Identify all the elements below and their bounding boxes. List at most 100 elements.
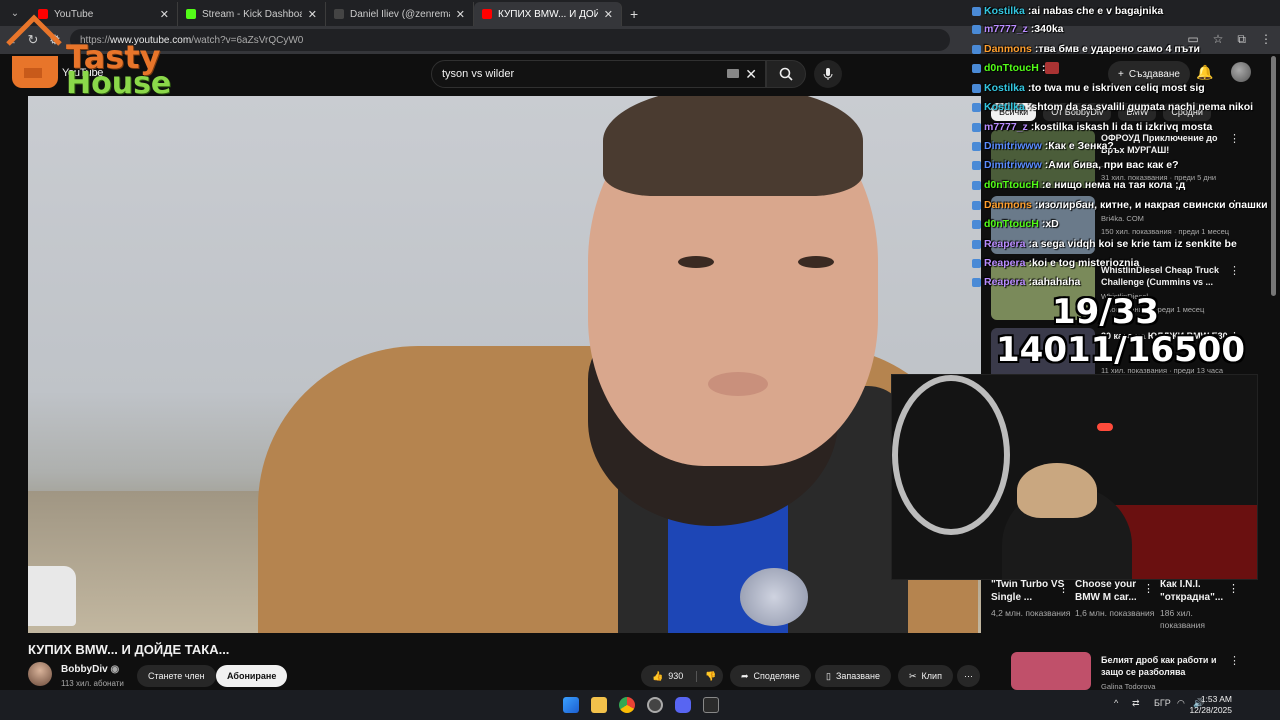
chat-username[interactable]: Kostilka [984, 101, 1025, 113]
chevron-up-icon[interactable]: ^ [1114, 698, 1118, 708]
url-path: /watch?v=6aZsVrQCyW0 [191, 34, 304, 46]
account-avatar[interactable] [1231, 62, 1251, 82]
chat-badge-icon [972, 200, 981, 210]
pot-icon [6, 14, 62, 88]
chat-username[interactable]: d0nTtoucH [984, 62, 1039, 74]
keyboard-icon[interactable] [727, 69, 739, 78]
chat-username[interactable]: Reapera [984, 238, 1025, 250]
chat-badge-icon [972, 180, 981, 190]
chat-username[interactable]: Dimitriwww [984, 140, 1042, 152]
extensions-icon[interactable]: ⧉ [1237, 32, 1246, 47]
chat-badge-icon [972, 63, 981, 73]
tab-kick-dashboard[interactable]: Stream - Kick Dashboard ✕ [178, 2, 326, 26]
clock-time: 1:53 AM [1200, 694, 1232, 704]
join-label: Станете член [148, 671, 205, 681]
join-button[interactable]: Станете член [137, 665, 216, 687]
clip-button[interactable]: ✂ Клип [898, 665, 953, 687]
search-button[interactable] [766, 60, 806, 88]
chat-username[interactable]: Dimitriwww [984, 159, 1042, 171]
recommendation-channel[interactable]: Bri4ka. COM [1101, 214, 1144, 223]
chat-message: m7777_z: 340ka [972, 20, 1064, 38]
start-icon[interactable] [563, 697, 579, 713]
webcam-cap [1017, 463, 1097, 518]
chat-message: d0nTtoucH: [972, 59, 1060, 77]
goal-counter-1: 19/33 [1052, 292, 1160, 332]
more-actions-button[interactable]: ⋯ [957, 665, 980, 687]
chat-username[interactable]: Reapera [984, 257, 1025, 269]
close-icon[interactable]: ✕ [456, 8, 465, 21]
chat-username[interactable]: Reapera [984, 276, 1025, 288]
save-button[interactable]: ▯ Запазване [815, 665, 891, 687]
network-icon[interactable]: ⇄ [1132, 698, 1140, 709]
new-tab-icon[interactable]: + [630, 6, 638, 22]
file-explorer-icon[interactable] [591, 697, 607, 713]
more-icon[interactable]: ⋮ [1143, 582, 1154, 595]
close-icon[interactable]: ✕ [604, 8, 613, 21]
chat-username[interactable]: Kostilka [984, 5, 1025, 17]
video-hair [603, 96, 863, 196]
like-icon[interactable]: 👍 [652, 671, 663, 682]
tab-active-video[interactable]: КУПИХ BMW... И ДОЙДЕ ТАКА... ✕ [474, 2, 622, 26]
discord-icon[interactable] [675, 697, 691, 713]
chat-message: Reapera: koi e tog misterioznia [972, 254, 1139, 272]
chat-username[interactable]: m7777_z [984, 23, 1028, 35]
chat-username[interactable]: Kostilka [984, 82, 1025, 94]
search-input[interactable]: tyson vs wilder ✕ [431, 60, 766, 88]
tab-tiktok[interactable]: Daniel Iliev (@zenremasta) | TikTok ✕ [326, 2, 474, 26]
more-icon[interactable]: ⋮ [1228, 582, 1239, 595]
subscriber-count: 113 хил. абонати [61, 679, 124, 688]
subscribe-button[interactable]: Абониране [216, 665, 288, 687]
tab-title: КУПИХ BMW... И ДОЙДЕ ТАКА... [498, 8, 598, 20]
chat-badge-icon [972, 160, 981, 170]
clock-date: 12/28/2025 [1189, 705, 1232, 715]
youtube-favicon-icon [482, 9, 492, 19]
clear-search-icon[interactable]: ✕ [745, 66, 757, 83]
menu-icon[interactable]: ⋮ [1260, 32, 1272, 47]
like-count[interactable]: 930 [668, 671, 683, 681]
sidebar-scrollbar[interactable] [1271, 56, 1276, 296]
chat-text: koi e tog misterioznia [1031, 257, 1140, 269]
more-icon[interactable]: ⋮ [1229, 132, 1240, 145]
chat-username[interactable]: m7777_z [984, 121, 1028, 133]
microphone-icon [823, 68, 833, 80]
webcam-overlay [891, 374, 1258, 580]
more-icon[interactable]: ⋮ [1229, 654, 1240, 667]
channel-avatar[interactable] [28, 662, 52, 686]
tab-title: Daniel Iliev (@zenremasta) | TikTok [350, 8, 450, 20]
chat-text: 340ka [1034, 23, 1064, 35]
recommendation-thumbnail[interactable] [1011, 652, 1091, 690]
voice-search-button[interactable] [814, 60, 842, 88]
short-views: 1,6 млн. показвания [1075, 608, 1155, 618]
close-icon[interactable]: ✕ [308, 8, 317, 21]
chat-badge-icon [972, 122, 981, 132]
recommendation-title[interactable]: Белият дроб как работи и защо се разболя… [1101, 654, 1229, 678]
wifi-icon[interactable]: ◠ [1177, 698, 1185, 709]
video-van [28, 566, 76, 626]
chat-username[interactable]: Danmons [984, 43, 1032, 55]
chat-text: изолирбан, китне, и накрая свински опашк… [1038, 199, 1268, 211]
terminal-icon[interactable] [703, 697, 719, 713]
language-indicator[interactable]: БГР [1154, 698, 1171, 708]
dislike-icon[interactable]: 👎 [696, 670, 716, 682]
more-icon[interactable]: ⋮ [1058, 582, 1069, 595]
url-field[interactable]: https://www.youtube.com/watch?v=6aZsVrQC… [70, 29, 950, 51]
chat-text: a sega vidqh koi se krie tam iz senkite … [1031, 238, 1237, 250]
share-button[interactable]: ➦ Споделяне [730, 665, 811, 687]
channel-name-text: BobbyDiv [61, 664, 108, 675]
channel-name[interactable]: BobbyDiv ◉ [61, 664, 119, 675]
bookmark-star-icon[interactable]: ☆ [1213, 32, 1224, 47]
obs-icon[interactable] [647, 697, 663, 713]
chat-username[interactable]: d0nTtoucH [984, 218, 1039, 230]
chat-text: shtom da sa svalili gumata nachi nema ni… [1031, 101, 1254, 113]
search-value: tyson vs wilder [442, 68, 515, 80]
windows-taskbar: ^ ⇄ БГР ◠ 🔊 1:53 AM 12/28/2025 [0, 690, 1280, 720]
system-clock[interactable]: 1:53 AM 12/28/2025 [1189, 694, 1232, 716]
video-player[interactable] [28, 96, 981, 633]
kick-favicon-icon [186, 9, 196, 19]
chat-badge-icon [972, 102, 981, 112]
more-icon[interactable]: ⋮ [1229, 264, 1240, 277]
chat-text: е нищо нема на тая кола ;д [1045, 179, 1186, 191]
chat-username[interactable]: d0nTtoucH [984, 179, 1039, 191]
chrome-icon[interactable] [619, 697, 635, 713]
chat-username[interactable]: Danmons [984, 199, 1032, 211]
